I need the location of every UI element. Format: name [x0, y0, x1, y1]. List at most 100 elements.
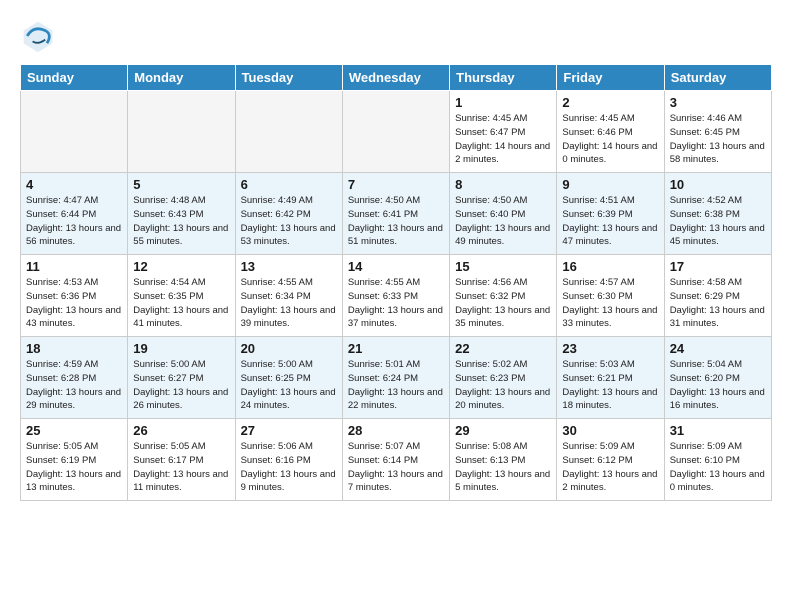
calendar-cell: 15 Sunrise: 4:56 AM Sunset: 6:32 PM Dayli… [450, 255, 557, 337]
calendar-cell: 19 Sunrise: 5:00 AM Sunset: 6:27 PM Dayli… [128, 337, 235, 419]
day-info: Sunrise: 4:56 AM Sunset: 6:32 PM Dayligh… [455, 276, 551, 331]
day-number: 6 [241, 177, 337, 192]
day-info: Sunrise: 4:49 AM Sunset: 6:42 PM Dayligh… [241, 194, 337, 249]
calendar-cell: 7Sunrise: 4:50 AM Sunset: 6:41 PM Daylig… [342, 173, 449, 255]
day-number: 4 [26, 177, 122, 192]
day-number: 2 [562, 95, 658, 110]
day-number: 25 [26, 423, 122, 438]
day-number: 15 [455, 259, 551, 274]
logo-icon [20, 18, 56, 54]
day-number: 29 [455, 423, 551, 438]
calendar-cell: 20 Sunrise: 5:00 AM Sunset: 6:25 PM Dayli… [235, 337, 342, 419]
day-number: 5 [133, 177, 229, 192]
day-number: 19 [133, 341, 229, 356]
day-info: Sunrise: 5:00 AM Sunset: 6:25 PM Dayligh… [241, 358, 337, 413]
day-info: Sunrise: 4:53 AM Sunset: 6:36 PM Dayligh… [26, 276, 122, 331]
calendar-cell: 1 Sunrise: 4:45 AM Sunset: 6:47 PM Daylig… [450, 91, 557, 173]
calendar-cell: 25 Sunrise: 5:05 AM Sunset: 6:19 PM Dayli… [21, 419, 128, 501]
day-number: 28 [348, 423, 444, 438]
day-number: 27 [241, 423, 337, 438]
day-info: Sunrise: 4:55 AM Sunset: 6:33 PM Dayligh… [348, 276, 444, 331]
calendar-cell: 12 Sunrise: 4:54 AM Sunset: 6:35 PM Dayli… [128, 255, 235, 337]
calendar-cell: 27 Sunrise: 5:06 AM Sunset: 6:16 PM Dayli… [235, 419, 342, 501]
calendar-cell: 28 Sunrise: 5:07 AM Sunset: 6:14 PM Dayli… [342, 419, 449, 501]
weekday-header-thursday: Thursday [450, 65, 557, 91]
day-info: Sunrise: 4:59 AM Sunset: 6:28 PM Dayligh… [26, 358, 122, 413]
weekday-header-monday: Monday [128, 65, 235, 91]
calendar-cell: 11Sunrise: 4:53 AM Sunset: 6:36 PM Dayli… [21, 255, 128, 337]
weekday-header-friday: Friday [557, 65, 664, 91]
weekday-header-wednesday: Wednesday [342, 65, 449, 91]
calendar-cell: 26 Sunrise: 5:05 AM Sunset: 6:17 PM Dayli… [128, 419, 235, 501]
day-info: Sunrise: 4:50 AM Sunset: 6:40 PM Dayligh… [455, 194, 551, 249]
calendar-cell: 6 Sunrise: 4:49 AM Sunset: 6:42 PM Daylig… [235, 173, 342, 255]
day-number: 13 [241, 259, 337, 274]
day-number: 18 [26, 341, 122, 356]
calendar-cell: 16 Sunrise: 4:57 AM Sunset: 6:30 PM Dayli… [557, 255, 664, 337]
day-info: Sunrise: 5:08 AM Sunset: 6:13 PM Dayligh… [455, 440, 551, 495]
calendar-cell: 29 Sunrise: 5:08 AM Sunset: 6:13 PM Dayli… [450, 419, 557, 501]
day-number: 23 [562, 341, 658, 356]
day-number: 16 [562, 259, 658, 274]
week-row-5: 25 Sunrise: 5:05 AM Sunset: 6:19 PM Dayli… [21, 419, 772, 501]
day-number: 24 [670, 341, 766, 356]
day-info: Sunrise: 4:55 AM Sunset: 6:34 PM Dayligh… [241, 276, 337, 331]
day-info: Sunrise: 5:05 AM Sunset: 6:19 PM Dayligh… [26, 440, 122, 495]
calendar-cell: 5Sunrise: 4:48 AM Sunset: 6:43 PM Daylig… [128, 173, 235, 255]
page: SundayMondayTuesdayWednesdayThursdayFrid… [0, 0, 792, 511]
week-row-3: 11Sunrise: 4:53 AM Sunset: 6:36 PM Dayli… [21, 255, 772, 337]
calendar-cell: 24 Sunrise: 5:04 AM Sunset: 6:20 PM Dayli… [664, 337, 771, 419]
calendar-cell: 10Sunrise: 4:52 AM Sunset: 6:38 PM Dayli… [664, 173, 771, 255]
day-info: Sunrise: 5:02 AM Sunset: 6:23 PM Dayligh… [455, 358, 551, 413]
weekday-header-saturday: Saturday [664, 65, 771, 91]
week-row-4: 18 Sunrise: 4:59 AM Sunset: 6:28 PM Dayli… [21, 337, 772, 419]
day-info: Sunrise: 4:54 AM Sunset: 6:35 PM Dayligh… [133, 276, 229, 331]
day-number: 26 [133, 423, 229, 438]
day-number: 21 [348, 341, 444, 356]
day-info: Sunrise: 4:45 AM Sunset: 6:46 PM Dayligh… [562, 112, 658, 167]
calendar-cell: 30Sunrise: 5:09 AM Sunset: 6:12 PM Dayli… [557, 419, 664, 501]
day-info: Sunrise: 5:04 AM Sunset: 6:20 PM Dayligh… [670, 358, 766, 413]
calendar-cell [21, 91, 128, 173]
calendar-cell: 2 Sunrise: 4:45 AM Sunset: 6:46 PM Daylig… [557, 91, 664, 173]
day-number: 14 [348, 259, 444, 274]
day-info: Sunrise: 5:06 AM Sunset: 6:16 PM Dayligh… [241, 440, 337, 495]
day-number: 10 [670, 177, 766, 192]
day-info: Sunrise: 5:09 AM Sunset: 6:10 PM Dayligh… [670, 440, 766, 495]
calendar-cell: 9 Sunrise: 4:51 AM Sunset: 6:39 PM Daylig… [557, 173, 664, 255]
week-row-1: 1 Sunrise: 4:45 AM Sunset: 6:47 PM Daylig… [21, 91, 772, 173]
day-info: Sunrise: 4:45 AM Sunset: 6:47 PM Dayligh… [455, 112, 551, 167]
day-info: Sunrise: 4:51 AM Sunset: 6:39 PM Dayligh… [562, 194, 658, 249]
calendar-cell: 17Sunrise: 4:58 AM Sunset: 6:29 PM Dayli… [664, 255, 771, 337]
day-number: 22 [455, 341, 551, 356]
day-number: 1 [455, 95, 551, 110]
day-info: Sunrise: 4:46 AM Sunset: 6:45 PM Dayligh… [670, 112, 766, 167]
day-number: 31 [670, 423, 766, 438]
calendar-cell [235, 91, 342, 173]
calendar-cell [342, 91, 449, 173]
calendar-cell: 13 Sunrise: 4:55 AM Sunset: 6:34 PM Dayli… [235, 255, 342, 337]
day-number: 20 [241, 341, 337, 356]
calendar-cell: 18 Sunrise: 4:59 AM Sunset: 6:28 PM Dayli… [21, 337, 128, 419]
week-row-2: 4 Sunrise: 4:47 AM Sunset: 6:44 PM Daylig… [21, 173, 772, 255]
day-info: Sunrise: 5:09 AM Sunset: 6:12 PM Dayligh… [562, 440, 658, 495]
day-info: Sunrise: 5:05 AM Sunset: 6:17 PM Dayligh… [133, 440, 229, 495]
calendar-cell: 21 Sunrise: 5:01 AM Sunset: 6:24 PM Dayli… [342, 337, 449, 419]
day-number: 17 [670, 259, 766, 274]
weekday-header-row: SundayMondayTuesdayWednesdayThursdayFrid… [21, 65, 772, 91]
day-info: Sunrise: 4:57 AM Sunset: 6:30 PM Dayligh… [562, 276, 658, 331]
day-info: Sunrise: 5:00 AM Sunset: 6:27 PM Dayligh… [133, 358, 229, 413]
day-info: Sunrise: 4:47 AM Sunset: 6:44 PM Dayligh… [26, 194, 122, 249]
day-number: 9 [562, 177, 658, 192]
calendar-cell: 4 Sunrise: 4:47 AM Sunset: 6:44 PM Daylig… [21, 173, 128, 255]
calendar-cell: 23Sunrise: 5:03 AM Sunset: 6:21 PM Dayli… [557, 337, 664, 419]
day-info: Sunrise: 5:07 AM Sunset: 6:14 PM Dayligh… [348, 440, 444, 495]
day-number: 3 [670, 95, 766, 110]
day-info: Sunrise: 4:50 AM Sunset: 6:41 PM Dayligh… [348, 194, 444, 249]
header [20, 18, 772, 54]
calendar-cell: 3 Sunrise: 4:46 AM Sunset: 6:45 PM Daylig… [664, 91, 771, 173]
calendar-cell [128, 91, 235, 173]
day-info: Sunrise: 5:01 AM Sunset: 6:24 PM Dayligh… [348, 358, 444, 413]
logo-area [20, 18, 60, 54]
day-number: 12 [133, 259, 229, 274]
